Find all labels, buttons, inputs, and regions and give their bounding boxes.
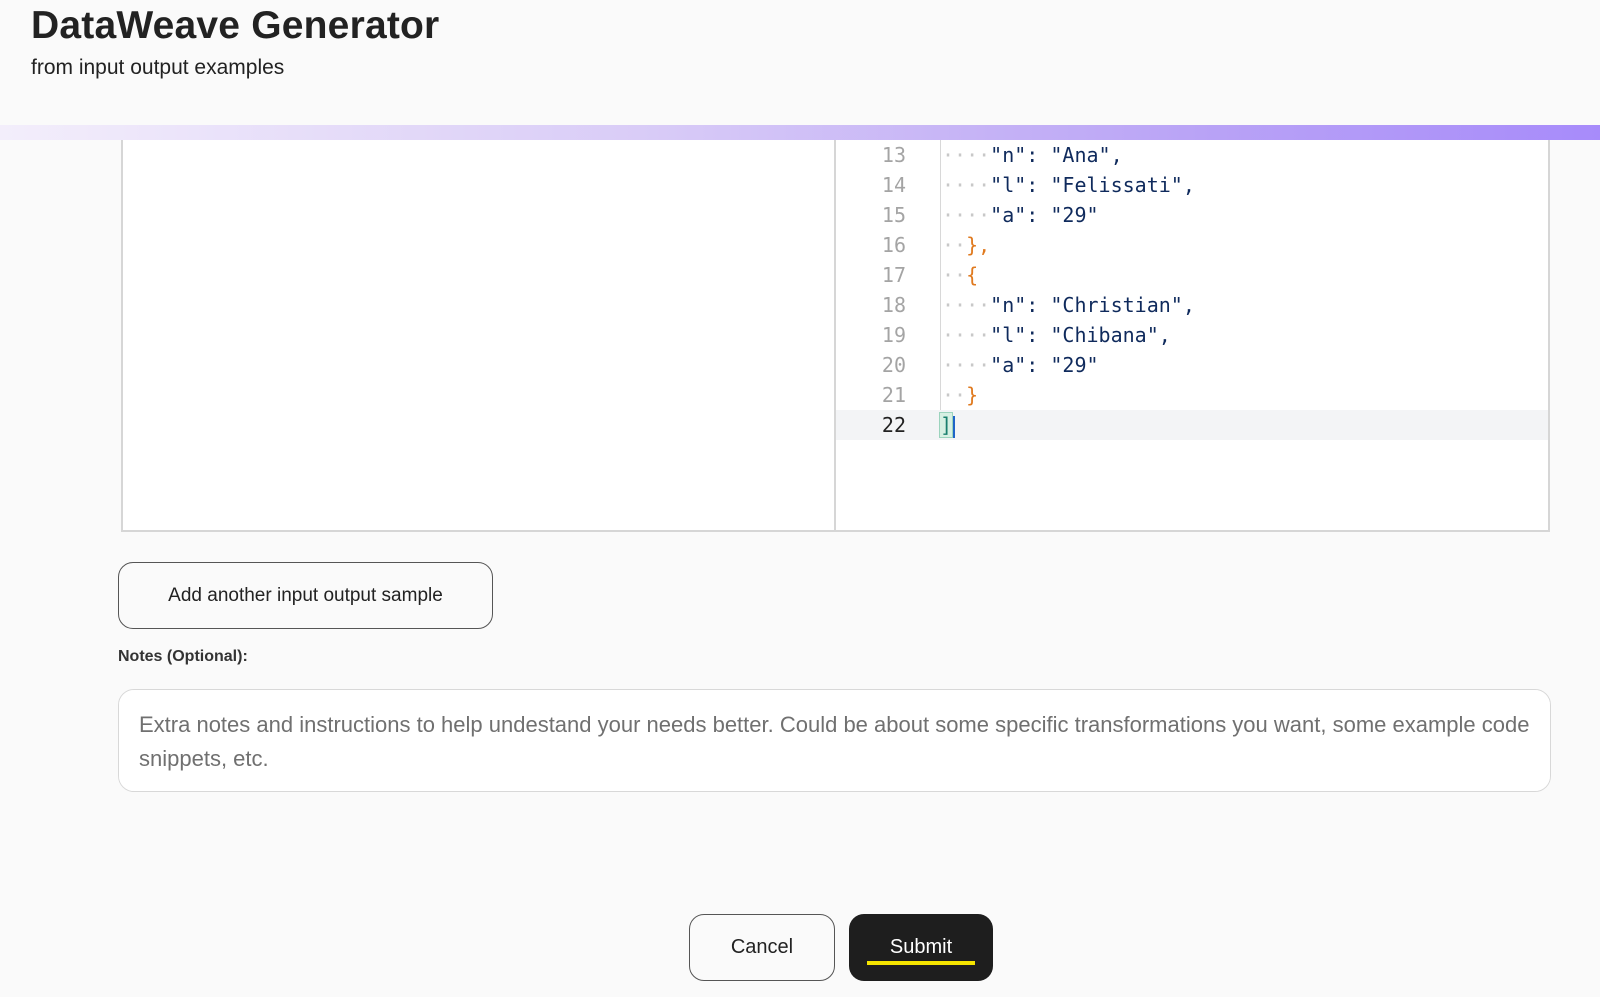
page-subtitle: from input output examples <box>31 56 285 79</box>
submit-button-label: Submit <box>889 936 953 958</box>
cancel-button[interactable]: Cancel <box>689 914 835 981</box>
whitespace-dots: ···· <box>942 173 991 197</box>
line-number: 21 <box>881 383 906 407</box>
code-line-active[interactable]: 22 ] <box>836 410 1548 440</box>
code-line[interactable]: 16 ··}, <box>836 230 1548 260</box>
code-text: "l": "Felissati", <box>990 173 1195 197</box>
whitespace-dots: ·· <box>942 233 967 257</box>
code-line[interactable]: 18 ····"n": "Christian", <box>836 290 1548 320</box>
line-number: 19 <box>881 323 906 347</box>
indent-guide <box>940 260 941 290</box>
app-header: DataWeave Generator from input output ex… <box>0 0 1600 125</box>
line-number: 14 <box>881 173 906 197</box>
output-code-editor[interactable]: 13 ····"n": "Ana", 14 ····"l": "Felissat… <box>836 140 1548 530</box>
code-line[interactable]: 13 ····"n": "Ana", <box>836 140 1548 170</box>
whitespace-dots: ·· <box>942 263 967 287</box>
whitespace-dots: ···· <box>942 323 991 347</box>
code-line[interactable]: 17 ··{ <box>836 260 1548 290</box>
text-cursor <box>953 415 956 438</box>
code-text: "n": "Christian", <box>990 293 1195 317</box>
line-number: 22 <box>881 413 906 437</box>
indent-guide <box>940 320 941 350</box>
line-number: 17 <box>881 263 906 287</box>
whitespace-dots: ···· <box>942 353 991 377</box>
notes-input[interactable] <box>118 689 1551 792</box>
indent-guide <box>940 350 941 380</box>
whitespace-dots: ···· <box>942 143 991 167</box>
code-text: { <box>966 263 979 287</box>
line-number: 16 <box>881 233 906 257</box>
input-code-editor[interactable] <box>123 140 836 530</box>
add-sample-button[interactable]: Add another input output sample <box>118 562 493 629</box>
indent-guide <box>940 170 941 200</box>
code-line[interactable]: 15 ····"a": "29" <box>836 200 1548 230</box>
line-number: 18 <box>881 293 906 317</box>
code-text: "a": "29" <box>990 203 1099 227</box>
code-text: "a": "29" <box>990 353 1099 377</box>
whitespace-dots: ·· <box>942 383 967 407</box>
line-number: 13 <box>881 143 906 167</box>
indent-guide <box>940 140 941 170</box>
page-title: DataWeave Generator <box>31 4 440 47</box>
code-text: } <box>966 383 979 407</box>
submit-focus-underline <box>867 961 975 965</box>
code-line[interactable]: 20 ····"a": "29" <box>836 350 1548 380</box>
line-number: 15 <box>881 203 906 227</box>
notes-label: Notes (Optional): <box>118 648 248 665</box>
code-line[interactable]: 19 ····"l": "Chibana", <box>836 320 1548 350</box>
whitespace-dots: ···· <box>942 293 991 317</box>
whitespace-dots: ···· <box>942 203 991 227</box>
code-text: "l": "Chibana", <box>990 323 1171 347</box>
code-text: ] <box>938 412 954 438</box>
sample-editor-panel: 13 ····"n": "Ana", 14 ····"l": "Felissat… <box>121 140 1550 532</box>
code-line[interactable]: 21 ··} <box>836 380 1548 410</box>
code-text: "n": "Ana", <box>990 143 1123 167</box>
line-number: 20 <box>881 353 906 377</box>
submit-button[interactable]: Submit <box>849 914 993 981</box>
indent-guide <box>940 230 941 260</box>
indent-guide <box>940 200 941 230</box>
indent-guide <box>940 380 941 410</box>
indent-guide <box>940 290 941 320</box>
header-gradient-bar <box>0 125 1600 140</box>
code-text: }, <box>966 233 991 257</box>
code-line[interactable]: 14 ····"l": "Felissati", <box>836 170 1548 200</box>
